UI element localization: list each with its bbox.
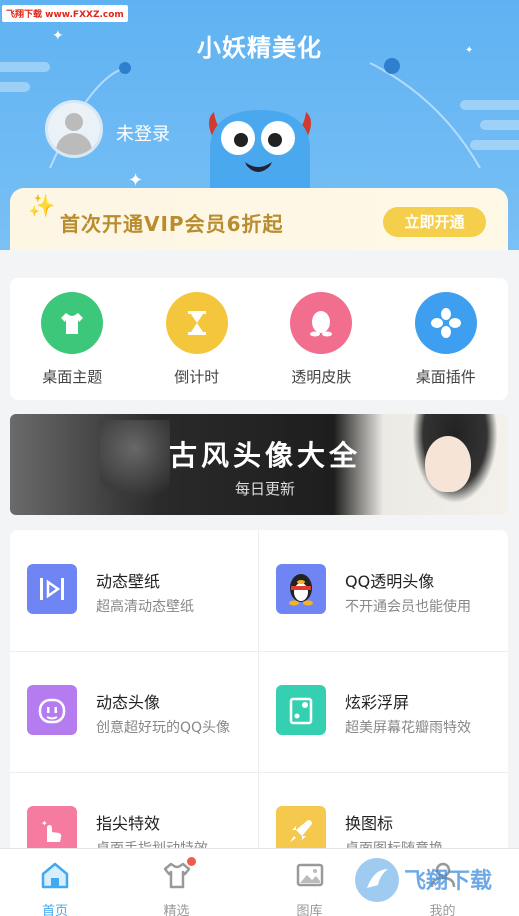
notification-badge — [187, 857, 196, 866]
shortcut-countdown[interactable]: 倒计时 — [135, 278, 260, 400]
feature-title: 指尖特效 — [96, 814, 161, 833]
vip-banner[interactable]: ✨ 首次开通VIP会员6折起 立即开通 — [10, 188, 508, 250]
clover-icon — [414, 292, 477, 354]
promo-subtitle: 每日更新 — [234, 480, 295, 498]
feature-floating-screen[interactable]: 炫彩浮屏 超美屏幕花瓣雨特效 — [259, 651, 508, 772]
face-icon — [27, 685, 77, 735]
feature-qq-transparent-avatar[interactable]: QQ透明头像 不开通会员也能使用 — [259, 530, 508, 651]
shirt-icon — [41, 292, 103, 354]
feature-live-avatar[interactable]: 动态头像 创意超好玩的QQ头像 — [10, 651, 259, 772]
tab-label: 精选 — [163, 904, 190, 916]
home-icon — [41, 862, 69, 889]
watermark-logo: 飞翔下载 — [355, 858, 492, 902]
shortcut-label: 倒计时 — [174, 368, 220, 386]
shortcut-transparent-skin[interactable]: 透明皮肤 — [259, 278, 384, 400]
feature-live-wallpaper[interactable]: 动态壁纸 超高清动态壁纸 — [10, 530, 259, 651]
shortcut-label: 透明皮肤 — [291, 368, 352, 386]
penguin-icon — [276, 564, 326, 614]
feature-title: 炫彩浮屏 — [345, 693, 410, 712]
avatar[interactable] — [45, 100, 103, 158]
hourglass-icon — [165, 292, 228, 354]
float-screen-icon — [276, 685, 326, 735]
promo-banner[interactable]: 古风头像大全 每日更新 — [10, 414, 508, 515]
vip-promo-text: 首次开通VIP会员6折起 — [60, 212, 284, 236]
shortcut-bar: 桌面主题 倒计时 透明皮肤 桌面插件 — [10, 278, 508, 400]
tab-label: 首页 — [41, 904, 68, 916]
tab-home[interactable]: 首页 — [0, 849, 110, 916]
feature-subtitle: 创意超好玩的QQ头像 — [96, 720, 231, 736]
shortcut-label: 桌面主题 — [42, 368, 103, 386]
svg-text:✦: ✦ — [41, 819, 48, 828]
shortcut-desktop-theme[interactable]: 桌面主题 — [10, 278, 135, 400]
decoration — [0, 82, 30, 92]
shortcut-label: 桌面插件 — [415, 368, 476, 386]
qq-penguin-icon — [290, 292, 352, 354]
feature-change-icon[interactable]: 换图标 桌面图标随意换 — [259, 772, 508, 860]
banner-illustration — [425, 436, 471, 492]
promo-title: 古风头像大全 — [168, 439, 361, 472]
play-icon — [27, 564, 77, 614]
feature-title: 动态壁纸 — [96, 572, 161, 591]
feature-title: 动态头像 — [96, 693, 161, 712]
app-title: 小妖精美化 — [197, 34, 322, 62]
feature-subtitle: 超美屏幕花瓣雨特效 — [345, 720, 471, 736]
tab-featured[interactable]: 精选 — [110, 849, 243, 916]
mascot-icon — [209, 110, 311, 200]
login-status[interactable]: 未登录 — [116, 120, 170, 146]
feature-grid: 动态壁纸 超高清动态壁纸 QQ透明头像 不开通会员也能使用 动态头像 创意超好玩… — [10, 530, 508, 860]
svg-text:飞翔下载: 飞翔下载 — [404, 868, 492, 893]
image-icon — [296, 863, 323, 887]
watermark: 飞翔下载 www.FXXZ.com — [2, 5, 128, 22]
feature-subtitle: 不开通会员也能使用 — [345, 599, 471, 615]
feature-title: 换图标 — [345, 814, 394, 833]
feature-finger-effect[interactable]: ✦ 指尖特效 桌面手指划动特效 — [10, 772, 259, 860]
sparkle-icon: ✨ — [28, 194, 56, 219]
vip-activate-button[interactable]: 立即开通 — [383, 207, 486, 237]
feature-title: QQ透明头像 — [345, 572, 435, 591]
shortcut-desktop-widget[interactable]: 桌面插件 — [384, 278, 509, 400]
feature-subtitle: 超高清动态壁纸 — [96, 599, 194, 615]
